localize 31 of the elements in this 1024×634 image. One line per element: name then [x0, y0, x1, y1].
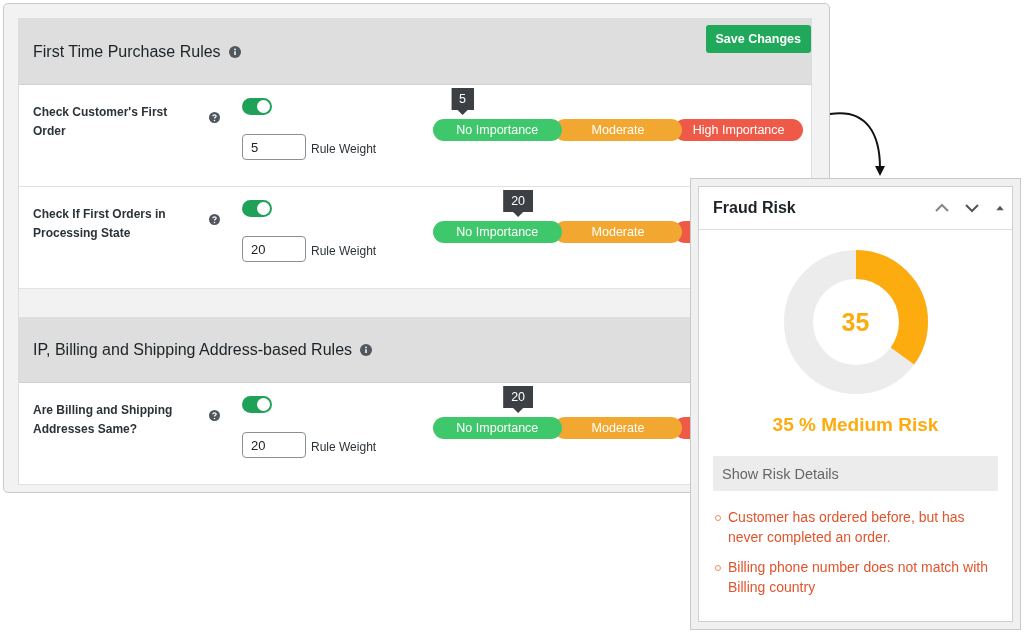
section-title: First Time Purchase Rules — [33, 42, 221, 61]
card-title: Fraud Risk — [713, 199, 796, 217]
weight-input[interactable]: 5 — [242, 134, 306, 160]
help-icon[interactable] — [209, 112, 220, 123]
section-title: IP, Billing and Shipping Address-based Rules — [33, 340, 353, 359]
details-button[interactable]: Show Risk Details — [713, 456, 998, 491]
toggle-switch[interactable] — [242, 200, 272, 217]
importance-segment[interactable]: No Importance — [433, 221, 562, 243]
weight-label: Rule Weight — [311, 244, 377, 258]
risk-score: 35 — [841, 307, 870, 337]
importance-segment[interactable]: No Importance — [433, 417, 562, 439]
rule-label: Check If First Orders in Processing State — [33, 206, 167, 242]
toggle-switch[interactable] — [242, 396, 272, 413]
save-button[interactable]: Save Changes — [705, 25, 811, 53]
help-icon[interactable] — [209, 410, 220, 421]
rule-label: Are Billing and Shipping Addresses Same? — [33, 402, 174, 438]
risk-reason: Customer has ordered before, but has never completed an order. — [728, 508, 966, 547]
value-tooltip: 5 — [451, 88, 475, 115]
rule-label: Check Customer's First Order — [33, 104, 169, 140]
weight-input[interactable]: 20 — [242, 432, 306, 458]
info-icon — [360, 343, 373, 356]
toggle-switch[interactable] — [242, 98, 272, 115]
risk-reason: Billing phone number does not match with Billing country — [728, 558, 989, 597]
value-tooltip: 20 — [503, 386, 534, 413]
value-tooltip: 20 — [503, 190, 534, 217]
info-icon — [228, 45, 241, 58]
weight-label: Rule Weight — [311, 142, 377, 156]
weight-label: Rule Weight — [311, 440, 377, 454]
weight-input[interactable]: 20 — [242, 236, 306, 262]
help-icon[interactable] — [209, 214, 220, 225]
importance-segment[interactable]: No Importance — [433, 119, 562, 141]
